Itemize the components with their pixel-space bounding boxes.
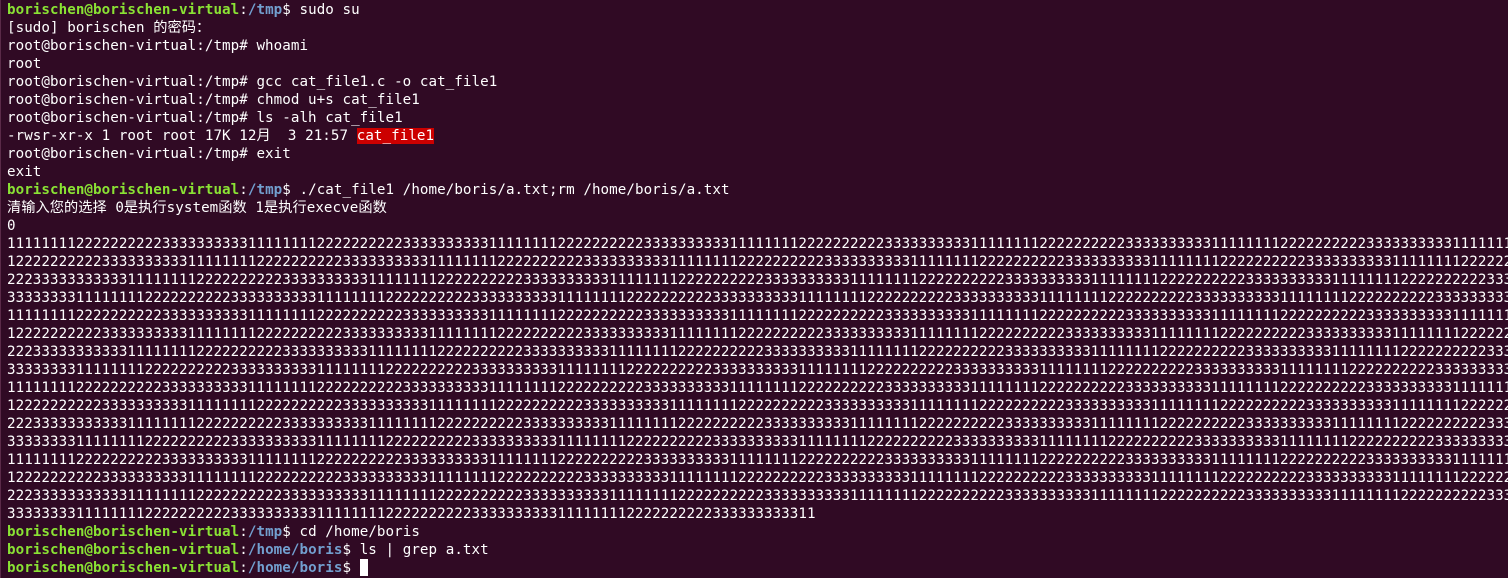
output-text: root (7, 56, 42, 72)
output-text: root@borischen-virtual:/tmp# whoami (7, 38, 309, 54)
output-line: root@borischen-virtual:/tmp# ls -alh cat… (7, 109, 1508, 127)
prompt-path: /home/boris (247, 542, 343, 558)
command-text: cd /home/boris (299, 524, 420, 540)
output-text: 1111111122222222223333333333111111112222… (7, 308, 1508, 324)
prompt-dollar: $ (342, 560, 360, 576)
output-line: 1111111122222222223333333333111111112222… (7, 235, 1508, 253)
output-text: 2223333333333311111111222222222233333333… (7, 272, 1508, 288)
output-text: 3333333311111111222222222233333333331111… (7, 362, 1508, 378)
prompt-colon: : (239, 542, 248, 558)
output-text: 1222222222233333333331111111122222222223… (7, 470, 1508, 486)
prompt-dollar: $ (282, 182, 300, 198)
terminal-window[interactable]: borischen@borischen-virtual:/tmp$ sudo s… (0, 0, 1508, 578)
output-text: [sudo] borischen 的密码： (7, 20, 211, 36)
output-line: 1111111122222222223333333333111111112222… (7, 307, 1508, 325)
output-text: 1111111122222222223333333333111111112222… (7, 380, 1508, 396)
output-line: 2223333333333311111111222222222233333333… (7, 343, 1508, 361)
prompt-user-host: borischen@borischen-virtual (7, 182, 240, 198)
prompt-user-host: borischen@borischen-virtual (7, 2, 240, 18)
output-line: 1222222222233333333331111111122222222223… (7, 397, 1508, 415)
output-text: root@borischen-virtual:/tmp# exit (7, 146, 291, 162)
output-text: 3333333311111111222222222233333333331111… (7, 434, 1508, 450)
output-line: 3333333311111111222222222233333333331111… (7, 505, 1508, 523)
output-line: 3333333311111111222222222233333333331111… (7, 433, 1508, 451)
output-text: exit (7, 164, 42, 180)
output-line: 3333333311111111222222222233333333331111… (7, 361, 1508, 379)
prompt-path: /tmp (247, 182, 283, 198)
prompt-dollar: $ (282, 524, 300, 540)
output-line: 0 (7, 217, 1508, 235)
output-text: 3333333311111111222222222233333333331111… (7, 290, 1508, 306)
prompt-path: /tmp (247, 2, 283, 18)
prompt-dollar: $ (342, 542, 360, 558)
prompt-user-host: borischen@borischen-virtual (7, 542, 240, 558)
output-line: 1222222222233333333331111111122222222223… (7, 325, 1508, 343)
prompt-user-host: borischen@borischen-virtual (7, 560, 240, 576)
prompt-colon: : (239, 182, 248, 198)
output-line: 3333333311111111222222222233333333331111… (7, 289, 1508, 307)
output-line: 1222222222233333333331111111122222222223… (7, 253, 1508, 271)
ls-output-prefix: -rwsr-xr-x 1 root root 17K 12月 3 21:57 (7, 128, 357, 144)
output-line: 1222222222233333333331111111122222222223… (7, 469, 1508, 487)
output-line: 1111111122222222223333333333111111112222… (7, 379, 1508, 397)
output-text: root@borischen-virtual:/tmp# gcc cat_fil… (7, 74, 498, 90)
prompt-path: /home/boris (247, 560, 343, 576)
output-line: root@borischen-virtual:/tmp# chmod u+s c… (7, 91, 1508, 109)
output-text: 1222222222233333333331111111122222222223… (7, 254, 1508, 270)
prompt-line: borischen@borischen-virtual:/tmp$ ./cat_… (7, 181, 1508, 199)
prompt-line: borischen@borischen-virtual:/tmp$ sudo s… (7, 1, 1508, 19)
command-text: sudo su (299, 2, 360, 18)
output-line: 清输入您的选择 0是执行system函数 1是执行execve函数 (7, 199, 1508, 217)
prompt-colon: : (239, 560, 248, 576)
output-text: 1222222222233333333331111111122222222223… (7, 326, 1508, 342)
output-text: root@borischen-virtual:/tmp# ls -alh cat… (7, 110, 403, 126)
output-text: 1111111122222222223333333333111111112222… (7, 236, 1508, 252)
output-line: root (7, 55, 1508, 73)
output-text: 1111111122222222223333333333111111112222… (7, 452, 1508, 468)
prompt-colon: : (239, 524, 248, 540)
command-text: ls | grep a.txt (359, 542, 489, 558)
output-text: 清输入您的选择 0是执行system函数 1是执行execve函数 (7, 200, 387, 216)
text-cursor (359, 559, 368, 576)
output-text: 2223333333333311111111222222222233333333… (7, 488, 1508, 504)
output-text: 1222222222233333333331111111122222222223… (7, 398, 1508, 414)
prompt-user-host: borischen@borischen-virtual (7, 524, 240, 540)
output-line: -rwsr-xr-x 1 root root 17K 12月 3 21:57 c… (7, 127, 1508, 145)
output-text: 2223333333333311111111222222222233333333… (7, 416, 1508, 432)
output-line: 2223333333333311111111222222222233333333… (7, 487, 1508, 505)
prompt-line: borischen@borischen-virtual:/tmp$ cd /ho… (7, 523, 1508, 541)
output-line: 2223333333333311111111222222222233333333… (7, 415, 1508, 433)
prompt-colon: : (239, 2, 248, 18)
setuid-file-name: cat_file1 (356, 128, 435, 144)
output-line: 2223333333333311111111222222222233333333… (7, 271, 1508, 289)
output-line: exit (7, 163, 1508, 181)
command-text: ./cat_file1 /home/boris/a.txt;rm /home/b… (299, 182, 730, 198)
output-line: root@borischen-virtual:/tmp# gcc cat_fil… (7, 73, 1508, 91)
output-text: 2223333333333311111111222222222233333333… (7, 344, 1508, 360)
output-text: 3333333311111111222222222233333333331111… (7, 506, 816, 522)
output-text: root@borischen-virtual:/tmp# chmod u+s c… (7, 92, 420, 108)
prompt-line: borischen@borischen-virtual:/home/boris$… (7, 541, 1508, 559)
output-line: [sudo] borischen 的密码： (7, 19, 1508, 37)
prompt-line: borischen@borischen-virtual:/home/boris$ (7, 559, 1508, 577)
prompt-path: /tmp (247, 524, 283, 540)
prompt-dollar: $ (282, 2, 300, 18)
output-text: 0 (7, 218, 16, 234)
output-line: root@borischen-virtual:/tmp# exit (7, 145, 1508, 163)
output-line: root@borischen-virtual:/tmp# whoami (7, 37, 1508, 55)
output-line: 1111111122222222223333333333111111112222… (7, 451, 1508, 469)
